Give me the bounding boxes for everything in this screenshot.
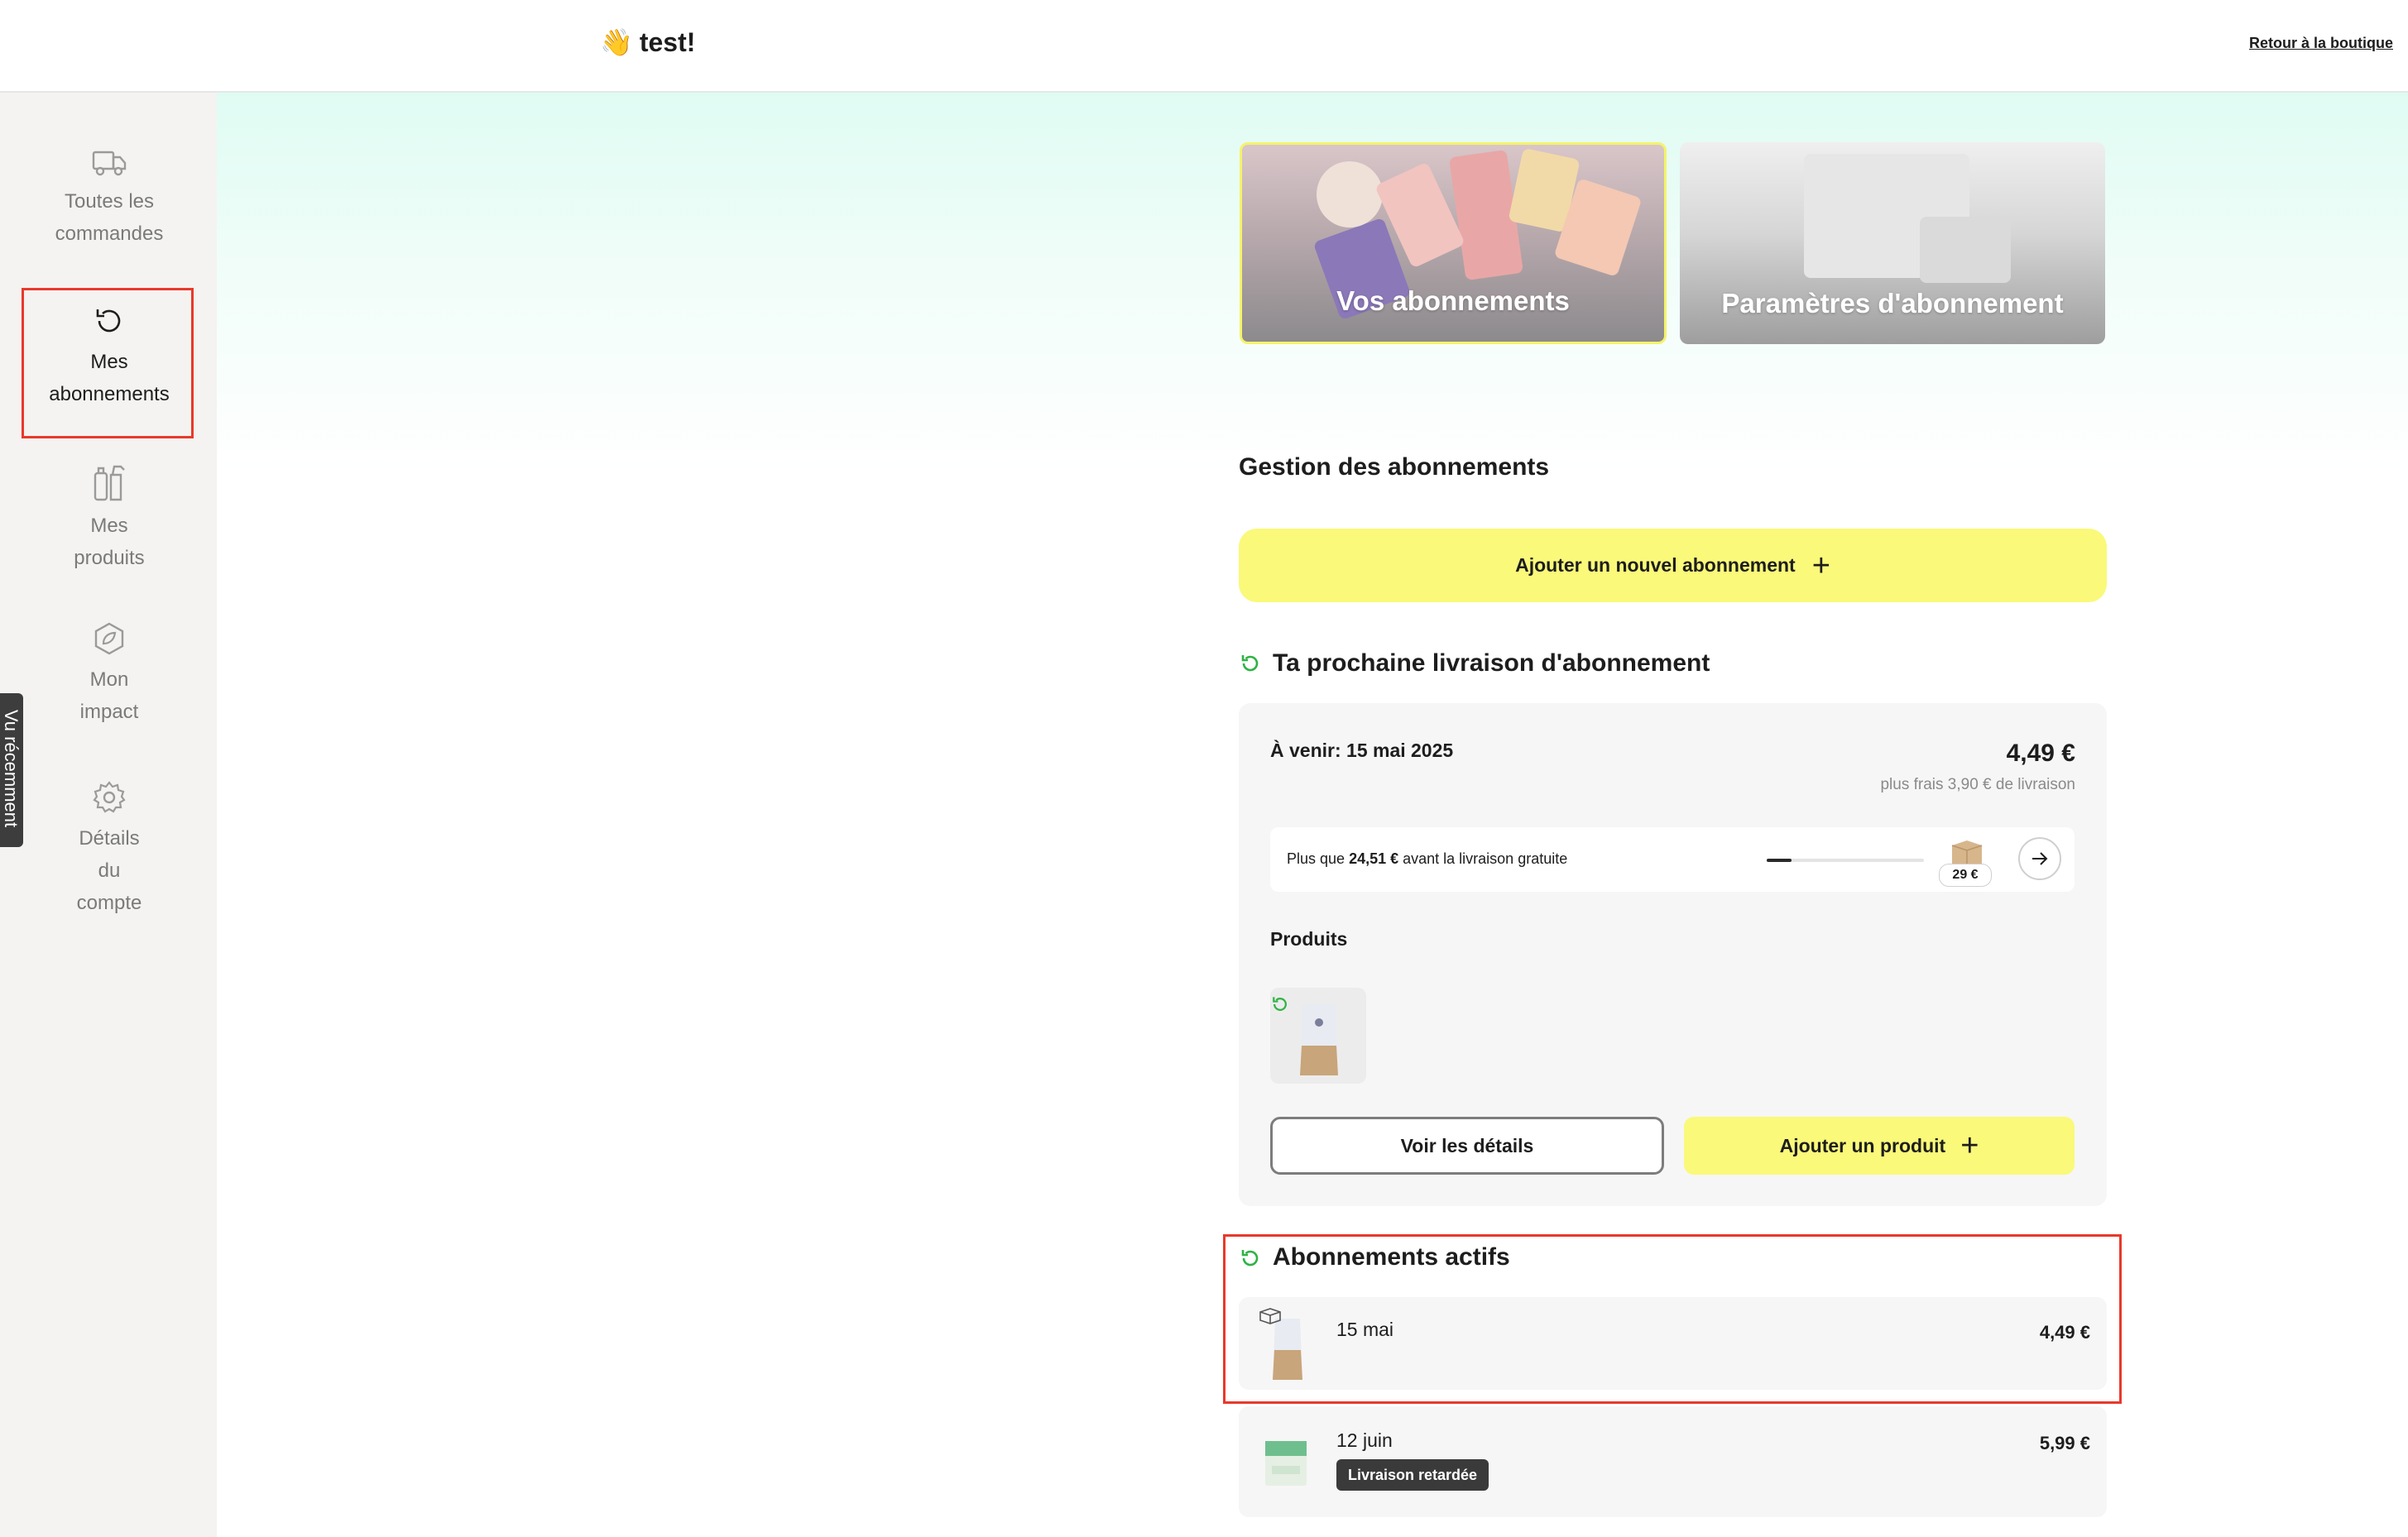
refresh-icon <box>1273 997 1287 1011</box>
free-shipping-threshold: 29 € <box>1939 864 1992 887</box>
subscription-row[interactable]: 15 mai 4,49 € <box>1239 1297 2107 1390</box>
free-shipping-progress-box: Plus que 24,51 € avant la livraison grat… <box>1270 827 2075 892</box>
product-pad-image <box>1317 161 1383 227</box>
sidebar-item-label: commandes <box>55 223 164 245</box>
add-product-button[interactable]: Ajouter un produit + <box>1684 1117 2075 1175</box>
leaf-icon <box>94 622 124 655</box>
recently-viewed-label: Vu récemment <box>1 709 22 828</box>
add-subscription-button[interactable]: Ajouter un nouvel abonnement + <box>1239 529 2107 602</box>
product-thumbnail[interactable] <box>1270 988 1366 1084</box>
subscription-price: 4,49 € <box>2039 1322 2090 1343</box>
hero-card-title: Vos abonnements <box>1336 285 1570 316</box>
free-shipping-progress-bar <box>1767 859 1924 862</box>
refresh-icon <box>1241 655 1259 672</box>
refill-pouch-image <box>1259 1308 1302 1380</box>
back-to-shop-link[interactable]: Retour à la boutique <box>2249 35 2393 52</box>
subscription-price: 5,99 € <box>2039 1433 2090 1453</box>
top-bar: 👋 test! Retour à la boutique <box>0 0 2408 93</box>
sidebar-item-orders[interactable]: Toutes les commandes <box>23 146 195 250</box>
sidebar-item-subscriptions[interactable]: Mes abonnements <box>22 288 195 438</box>
sidebar-item-products[interactable]: Mes produits <box>23 460 195 574</box>
add-subscription-label: Ajouter un nouvel abonnement <box>1515 554 1796 576</box>
hero-card-settings[interactable]: Paramètres d'abonnement <box>1680 142 2105 344</box>
greeting: 👋 test! <box>600 26 695 58</box>
sidebar-item-label: impact <box>79 701 139 723</box>
arrow-right-button[interactable] <box>2018 837 2061 880</box>
add-product-label: Ajouter un produit <box>1779 1134 1946 1156</box>
sidebar-item-label: Toutes les <box>64 190 155 213</box>
truck-icon <box>92 151 127 176</box>
free-shipping-prefix: Plus que <box>1287 850 1350 867</box>
progress-fill <box>1767 859 1792 862</box>
sidebar-item-impact[interactable]: Mon impact <box>23 620 195 728</box>
delivery-price: 4,49 € <box>2006 740 2075 767</box>
management-title: Gestion des abonnements <box>1239 453 1550 481</box>
free-shipping-amount: 24,51 € <box>1349 850 1399 867</box>
upcoming-date: À venir: 15 mai 2025 <box>1270 740 1454 761</box>
delayed-delivery-badge: Livraison retardée <box>1336 1459 1489 1491</box>
sidebar-item-account[interactable]: Détails du compte <box>23 779 195 919</box>
arrow-right-icon <box>2032 852 2048 865</box>
hero-card-subscriptions[interactable]: Vos abonnements <box>1240 142 1667 344</box>
subscription-row[interactable]: 12 juin 5,99 € Livraison retardée <box>1239 1406 2107 1517</box>
free-shipping-suffix: avant la livraison gratuite <box>1398 850 1568 867</box>
sidebar-item-label: Mes <box>90 515 128 537</box>
greeting-text: test! <box>639 26 696 57</box>
spray-bottle-icon <box>94 465 125 501</box>
sidebar-item-label: Mon <box>89 668 129 691</box>
products-label: Produits <box>1270 928 1348 950</box>
refill-pouch-image <box>1300 1004 1338 1075</box>
highlight-outline <box>22 288 194 438</box>
next-delivery-card: À venir: 15 mai 2025 4,49 € plus frais 3… <box>1239 703 2107 1206</box>
recently-viewed-tab[interactable]: Vu récemment <box>0 693 23 847</box>
free-shipping-text: Plus que 24,51 € avant la livraison grat… <box>1287 850 1567 868</box>
active-subscriptions-title: Abonnements actifs <box>1273 1243 1510 1271</box>
subscription-date: 15 mai <box>1336 1319 1394 1340</box>
next-delivery-title: Ta prochaine livraison d'abonnement <box>1273 649 1710 677</box>
shipping-fees: plus frais 3,90 € de livraison <box>1880 776 2075 793</box>
sidebar-item-label: produits <box>74 547 145 569</box>
refresh-icon <box>1241 1250 1259 1266</box>
view-details-button[interactable]: Voir les détails <box>1270 1117 1664 1175</box>
plus-icon: + <box>1960 1128 1979 1163</box>
sidebar-item-label: du <box>98 859 121 882</box>
sidebar-item-label: compte <box>76 892 142 914</box>
waving-hand-icon: 👋 <box>600 27 633 57</box>
plus-icon: + <box>1811 548 1830 583</box>
product-box-image <box>1265 1441 1307 1486</box>
hero-card-title: Paramètres d'abonnement <box>1721 288 2064 318</box>
sidebar: Toutes les commandes Mes abonnements Mes… <box>0 93 217 1537</box>
subscription-date: 12 juin <box>1336 1429 1393 1451</box>
shipping-box-image <box>1920 217 2011 283</box>
gear-icon <box>93 781 126 813</box>
sidebar-item-label: Détails <box>79 827 140 850</box>
